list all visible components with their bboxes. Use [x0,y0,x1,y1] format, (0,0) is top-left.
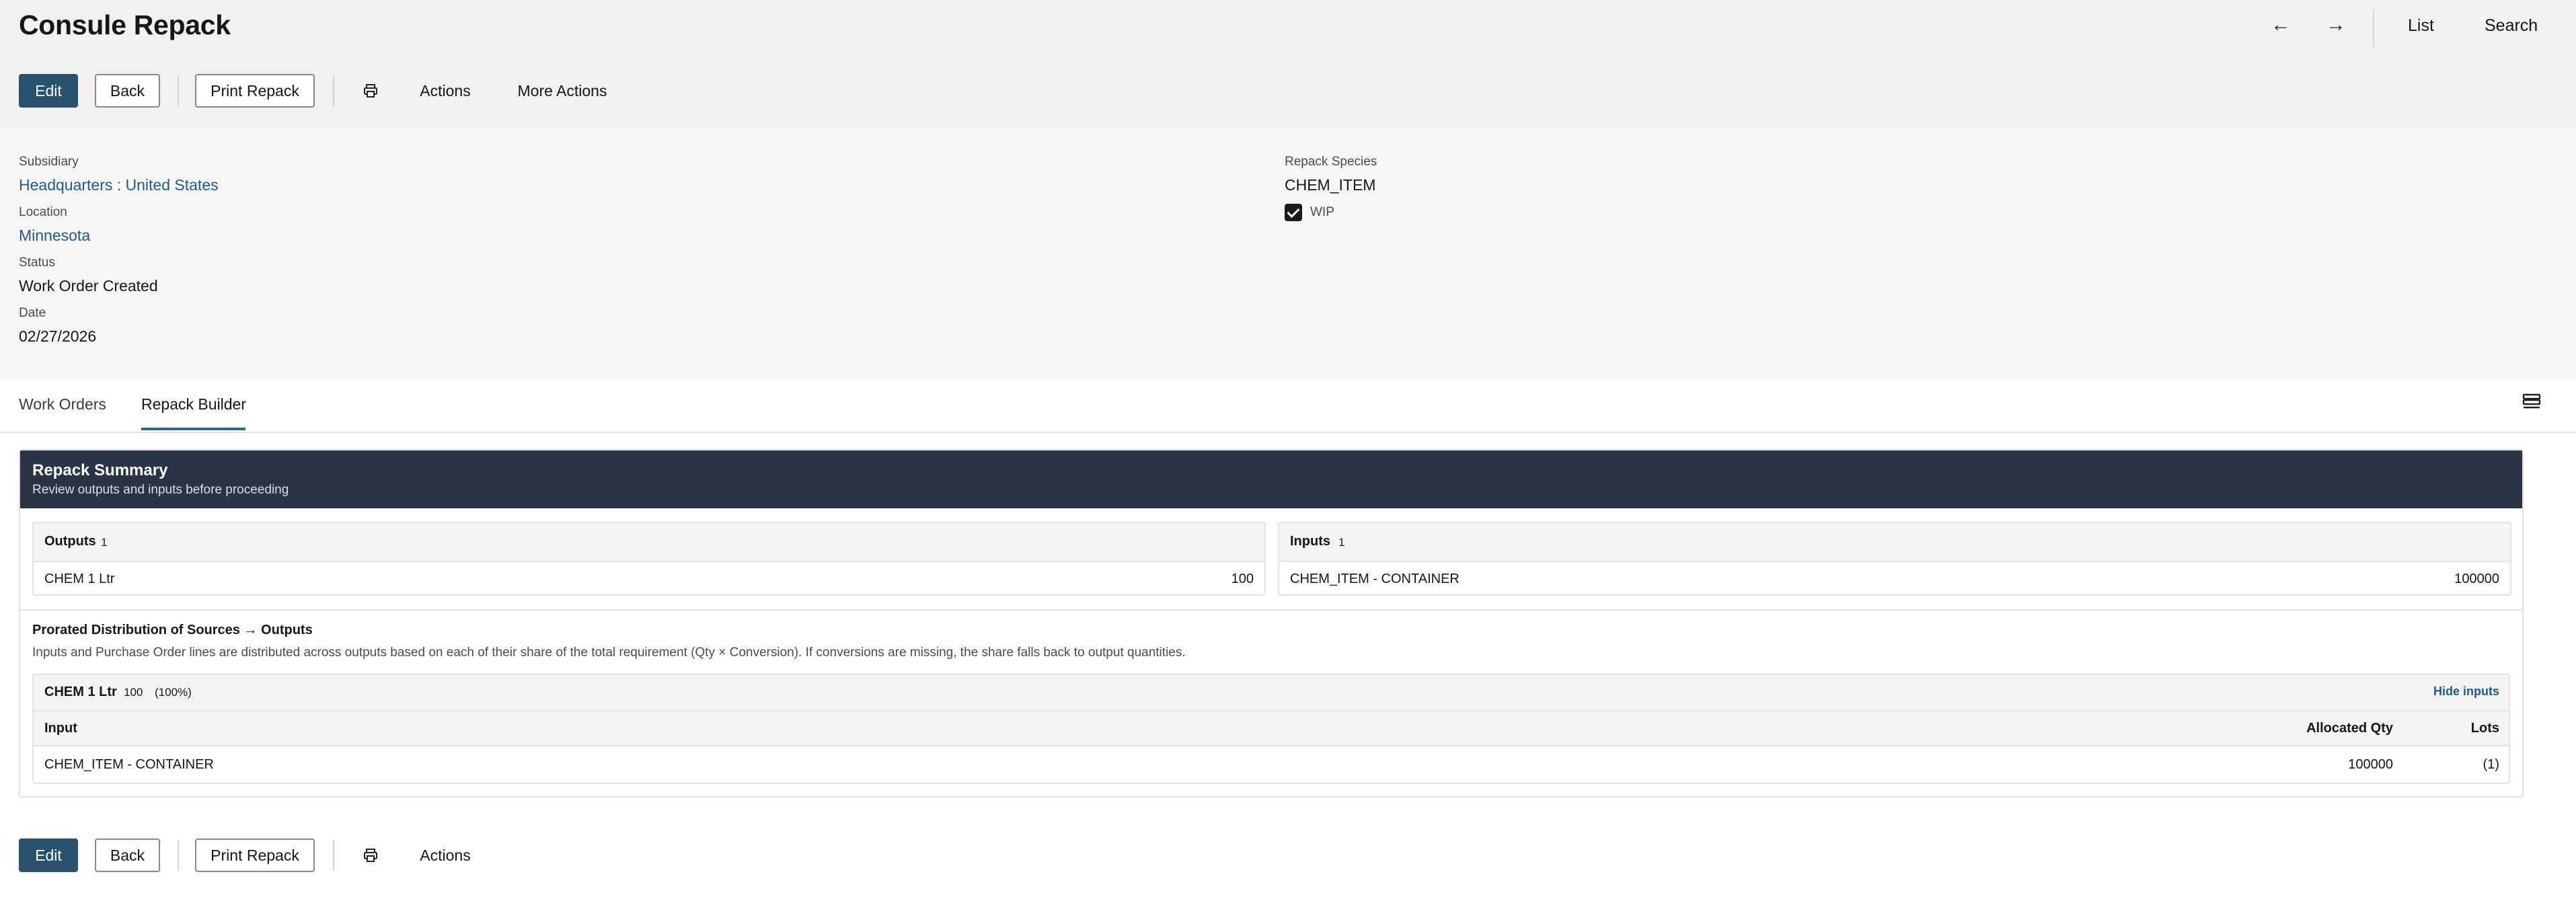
active-tab-indicator [141,428,245,430]
output-item-qty: 100 [1231,572,1254,586]
status-value: Work Order Created [19,277,158,295]
nav-divider [2373,9,2374,47]
back-button-bottom[interactable]: Back [95,838,160,872]
summary-subtitle: Review outputs and inputs before proceed… [32,483,289,497]
column-header-input: Input [44,721,77,736]
actions-menu-button-bottom[interactable]: Actions [409,838,482,872]
status-label: Status [19,256,55,270]
prorated-distribution-description: Inputs and Purchase Order lines are dist… [32,645,1186,660]
tab-repack-builder[interactable]: Repack Builder [141,395,246,414]
print-repack-button[interactable]: Print Repack [195,74,315,108]
column-header-lots: Lots [2470,721,2499,736]
summary-title: Repack Summary [32,461,168,479]
print-icon-button[interactable] [352,74,389,108]
distribution-output-percent: (100%) [155,686,192,699]
distribution-header: CHEM 1 Ltr 100 (100%) Hide inputs [34,675,2509,710]
toolbar-divider [333,840,334,871]
inputs-count-badge: 1 [1338,536,1345,549]
input-item-name: CHEM_ITEM - CONTAINER [1290,572,1460,586]
summary-header: Repack Summary Review outputs and inputs… [20,450,2522,508]
inputs-panel: Inputs 1 CHEM_ITEM - CONTAINER 100000 [1278,522,2511,596]
subsidiary-link[interactable]: Headquarters : United States [19,176,219,194]
back-button[interactable]: Back [95,74,160,108]
table-cell-lots-link[interactable]: (1) [2483,757,2499,773]
print-icon-button-bottom[interactable] [352,838,389,872]
tab-work-orders[interactable]: Work Orders [19,395,106,414]
outputs-count-badge: 1 [101,536,108,549]
table-header-row: Input Allocated Qty Lots [34,710,2509,746]
input-item-qty: 100000 [2454,572,2499,586]
table-cell-input: CHEM_ITEM - CONTAINER [44,757,214,772]
location-label: Location [19,205,67,219]
actions-menu-button[interactable]: Actions [409,74,482,108]
date-label: Date [19,306,46,320]
wip-label: WIP [1310,205,1334,219]
distribution-output-qty: 100 [124,686,143,699]
edit-button[interactable]: Edit [19,74,78,108]
repack-species-value: CHEM_ITEM [1285,176,1376,194]
page-title: Consule Repack [19,9,231,40]
tabs-divider [0,432,2576,433]
inputs-title: Inputs [1290,534,1330,549]
more-actions-menu-button[interactable]: More Actions [503,74,621,108]
previous-record-arrow-icon[interactable]: ← [2271,13,2291,36]
inputs-header: Inputs 1 [1279,523,2510,562]
printer-icon [364,84,377,97]
repack-summary-card: Repack Summary Review outputs and inputs… [19,449,2524,797]
outputs-panel: Outputs 1 CHEM 1 Ltr 100 [32,522,1266,596]
list-link[interactable]: List [2408,16,2434,36]
output-item-name: CHEM 1 Ltr [44,572,115,586]
distribution-output-name: CHEM 1 Ltr [44,684,117,699]
location-link[interactable]: Minnesota [19,227,90,245]
date-value: 02/27/2026 [19,327,97,345]
next-record-arrow-icon[interactable]: → [2326,13,2346,36]
table-cell-allocated-qty: 100000 [2348,757,2393,772]
subsidiary-label: Subsidiary [19,155,79,169]
summary-divider [20,609,2522,611]
toolbar-divider [178,840,179,871]
outputs-title: Outputs [44,534,96,549]
distribution-panel: CHEM 1 Ltr 100 (100%) Hide inputs Input … [32,674,2510,784]
outputs-header: Outputs 1 [34,523,1264,562]
edit-button-bottom[interactable]: Edit [19,838,78,872]
hide-inputs-link[interactable]: Hide inputs [2433,684,2499,699]
column-header-allocated-qty: Allocated Qty [2306,721,2393,736]
printer-icon [364,849,377,862]
repack-species-label: Repack Species [1285,155,1377,169]
toolbar-divider [333,75,334,106]
prorated-distribution-title: Prorated Distribution of Sources → Outpu… [32,623,313,637]
print-repack-button-bottom[interactable]: Print Repack [195,838,315,872]
layout-toggle-icon[interactable] [2522,393,2541,412]
search-link[interactable]: Search [2485,16,2538,36]
toolbar-divider [178,75,179,106]
wip-checkbox[interactable] [1285,204,1302,221]
